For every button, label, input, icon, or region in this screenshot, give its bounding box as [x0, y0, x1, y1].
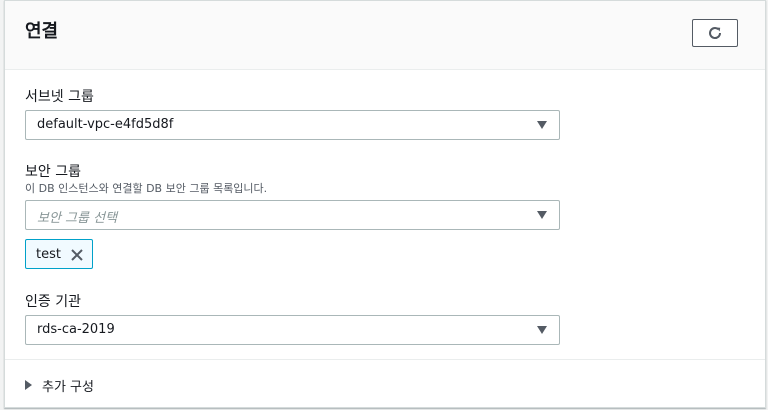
certificate-authority-select[interactable]: rds-ca-2019 — [25, 315, 560, 345]
subnet-group-select[interactable]: default-vpc-e4fd5d8f — [25, 110, 560, 140]
security-group-token: test — [25, 239, 93, 269]
caret-down-icon — [537, 326, 547, 334]
additional-config-expander[interactable]: 추가 구성 — [25, 375, 94, 395]
close-icon[interactable] — [70, 247, 84, 261]
additional-config-label: 추가 구성 — [42, 379, 94, 395]
refresh-button[interactable] — [692, 19, 738, 47]
security-group-label: 보안 그룹 — [25, 164, 81, 180]
connectivity-panel: 연결 서브넷 그룹 default-vpc-e4fd5d8f 보안 그룹 이 D… — [4, 0, 766, 408]
certificate-authority-value: rds-ca-2019 — [37, 322, 115, 337]
security-group-select[interactable]: 보안 그룹 선택 — [25, 200, 560, 230]
caret-right-icon — [25, 380, 32, 390]
token-label: test — [36, 247, 61, 262]
divider — [5, 359, 765, 360]
certificate-authority-label: 인증 기관 — [25, 294, 81, 310]
panel-header: 연결 — [5, 1, 765, 70]
security-group-placeholder: 보안 그룹 선택 — [37, 211, 118, 226]
caret-down-icon — [537, 121, 547, 129]
caret-down-icon — [537, 211, 547, 219]
subnet-group-value: default-vpc-e4fd5d8f — [37, 117, 174, 132]
subnet-group-label: 서브넷 그룹 — [25, 89, 94, 105]
panel-title: 연결 — [25, 21, 59, 42]
security-group-description: 이 DB 인스턴스와 연결할 DB 보안 그룹 목록입니다. — [25, 182, 268, 195]
refresh-icon — [709, 27, 722, 39]
